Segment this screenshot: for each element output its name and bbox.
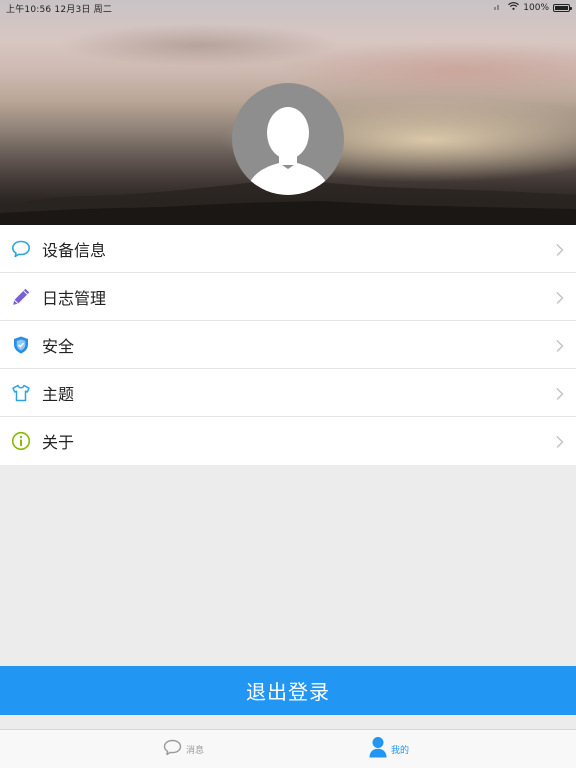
chevron-right-icon	[555, 290, 565, 304]
tab-bar: 消息 我的	[0, 729, 576, 768]
chat-bubble-icon	[11, 239, 31, 259]
pencil-icon	[11, 287, 31, 307]
menu-label-theme: 主题	[42, 384, 75, 404]
chevron-right-icon	[555, 386, 565, 400]
tab-mine[interactable]: 我的	[369, 730, 409, 768]
menu-item-about[interactable]: 关于	[0, 417, 576, 465]
tab-messages[interactable]: 消息	[163, 730, 204, 768]
profile-header: 上午10:56 12月3日 周二 100%	[0, 0, 576, 225]
menu-label-device-info: 设备信息	[42, 240, 107, 260]
default-user-avatar-icon[interactable]	[232, 83, 344, 195]
battery-icon	[553, 3, 572, 12]
wifi-icon	[508, 2, 520, 13]
status-bar: 上午10:56 12月3日 周二 100%	[0, 0, 576, 16]
menu-item-device-info[interactable]: 设备信息	[0, 225, 576, 273]
tab-label-messages: 消息	[186, 745, 205, 756]
settings-menu: 设备信息 日志管理 安全 主题 关于	[0, 225, 576, 465]
menu-label-about: 关于	[42, 433, 75, 452]
chevron-right-icon	[555, 338, 565, 352]
chevron-right-icon	[555, 242, 565, 256]
profile-screen: 上午10:56 12月3日 周二 100% 设备信息 日志管理 安全 主题 关于…	[0, 0, 576, 768]
menu-label-security: 安全	[42, 336, 75, 356]
shield-icon	[11, 335, 31, 355]
menu-label-log-management: 日志管理	[42, 288, 107, 308]
status-right-group: 100%	[494, 2, 572, 13]
menu-item-security[interactable]: 安全	[0, 321, 576, 369]
tab-label-mine: 我的	[391, 745, 410, 756]
signal-indicator-icon	[494, 2, 504, 13]
menu-item-log-management[interactable]: 日志管理	[0, 273, 576, 321]
tshirt-icon	[11, 383, 31, 403]
battery-percent: 100%	[523, 2, 549, 13]
chat-bubble-icon	[163, 739, 182, 760]
logout-button[interactable]: 退出登录	[0, 666, 576, 715]
info-icon	[11, 431, 31, 451]
person-icon	[369, 736, 387, 762]
menu-item-theme[interactable]: 主题	[0, 369, 576, 417]
status-time-date: 上午10:56 12月3日 周二	[6, 5, 113, 15]
chevron-right-icon	[555, 434, 565, 449]
battery-fill	[555, 5, 568, 10]
